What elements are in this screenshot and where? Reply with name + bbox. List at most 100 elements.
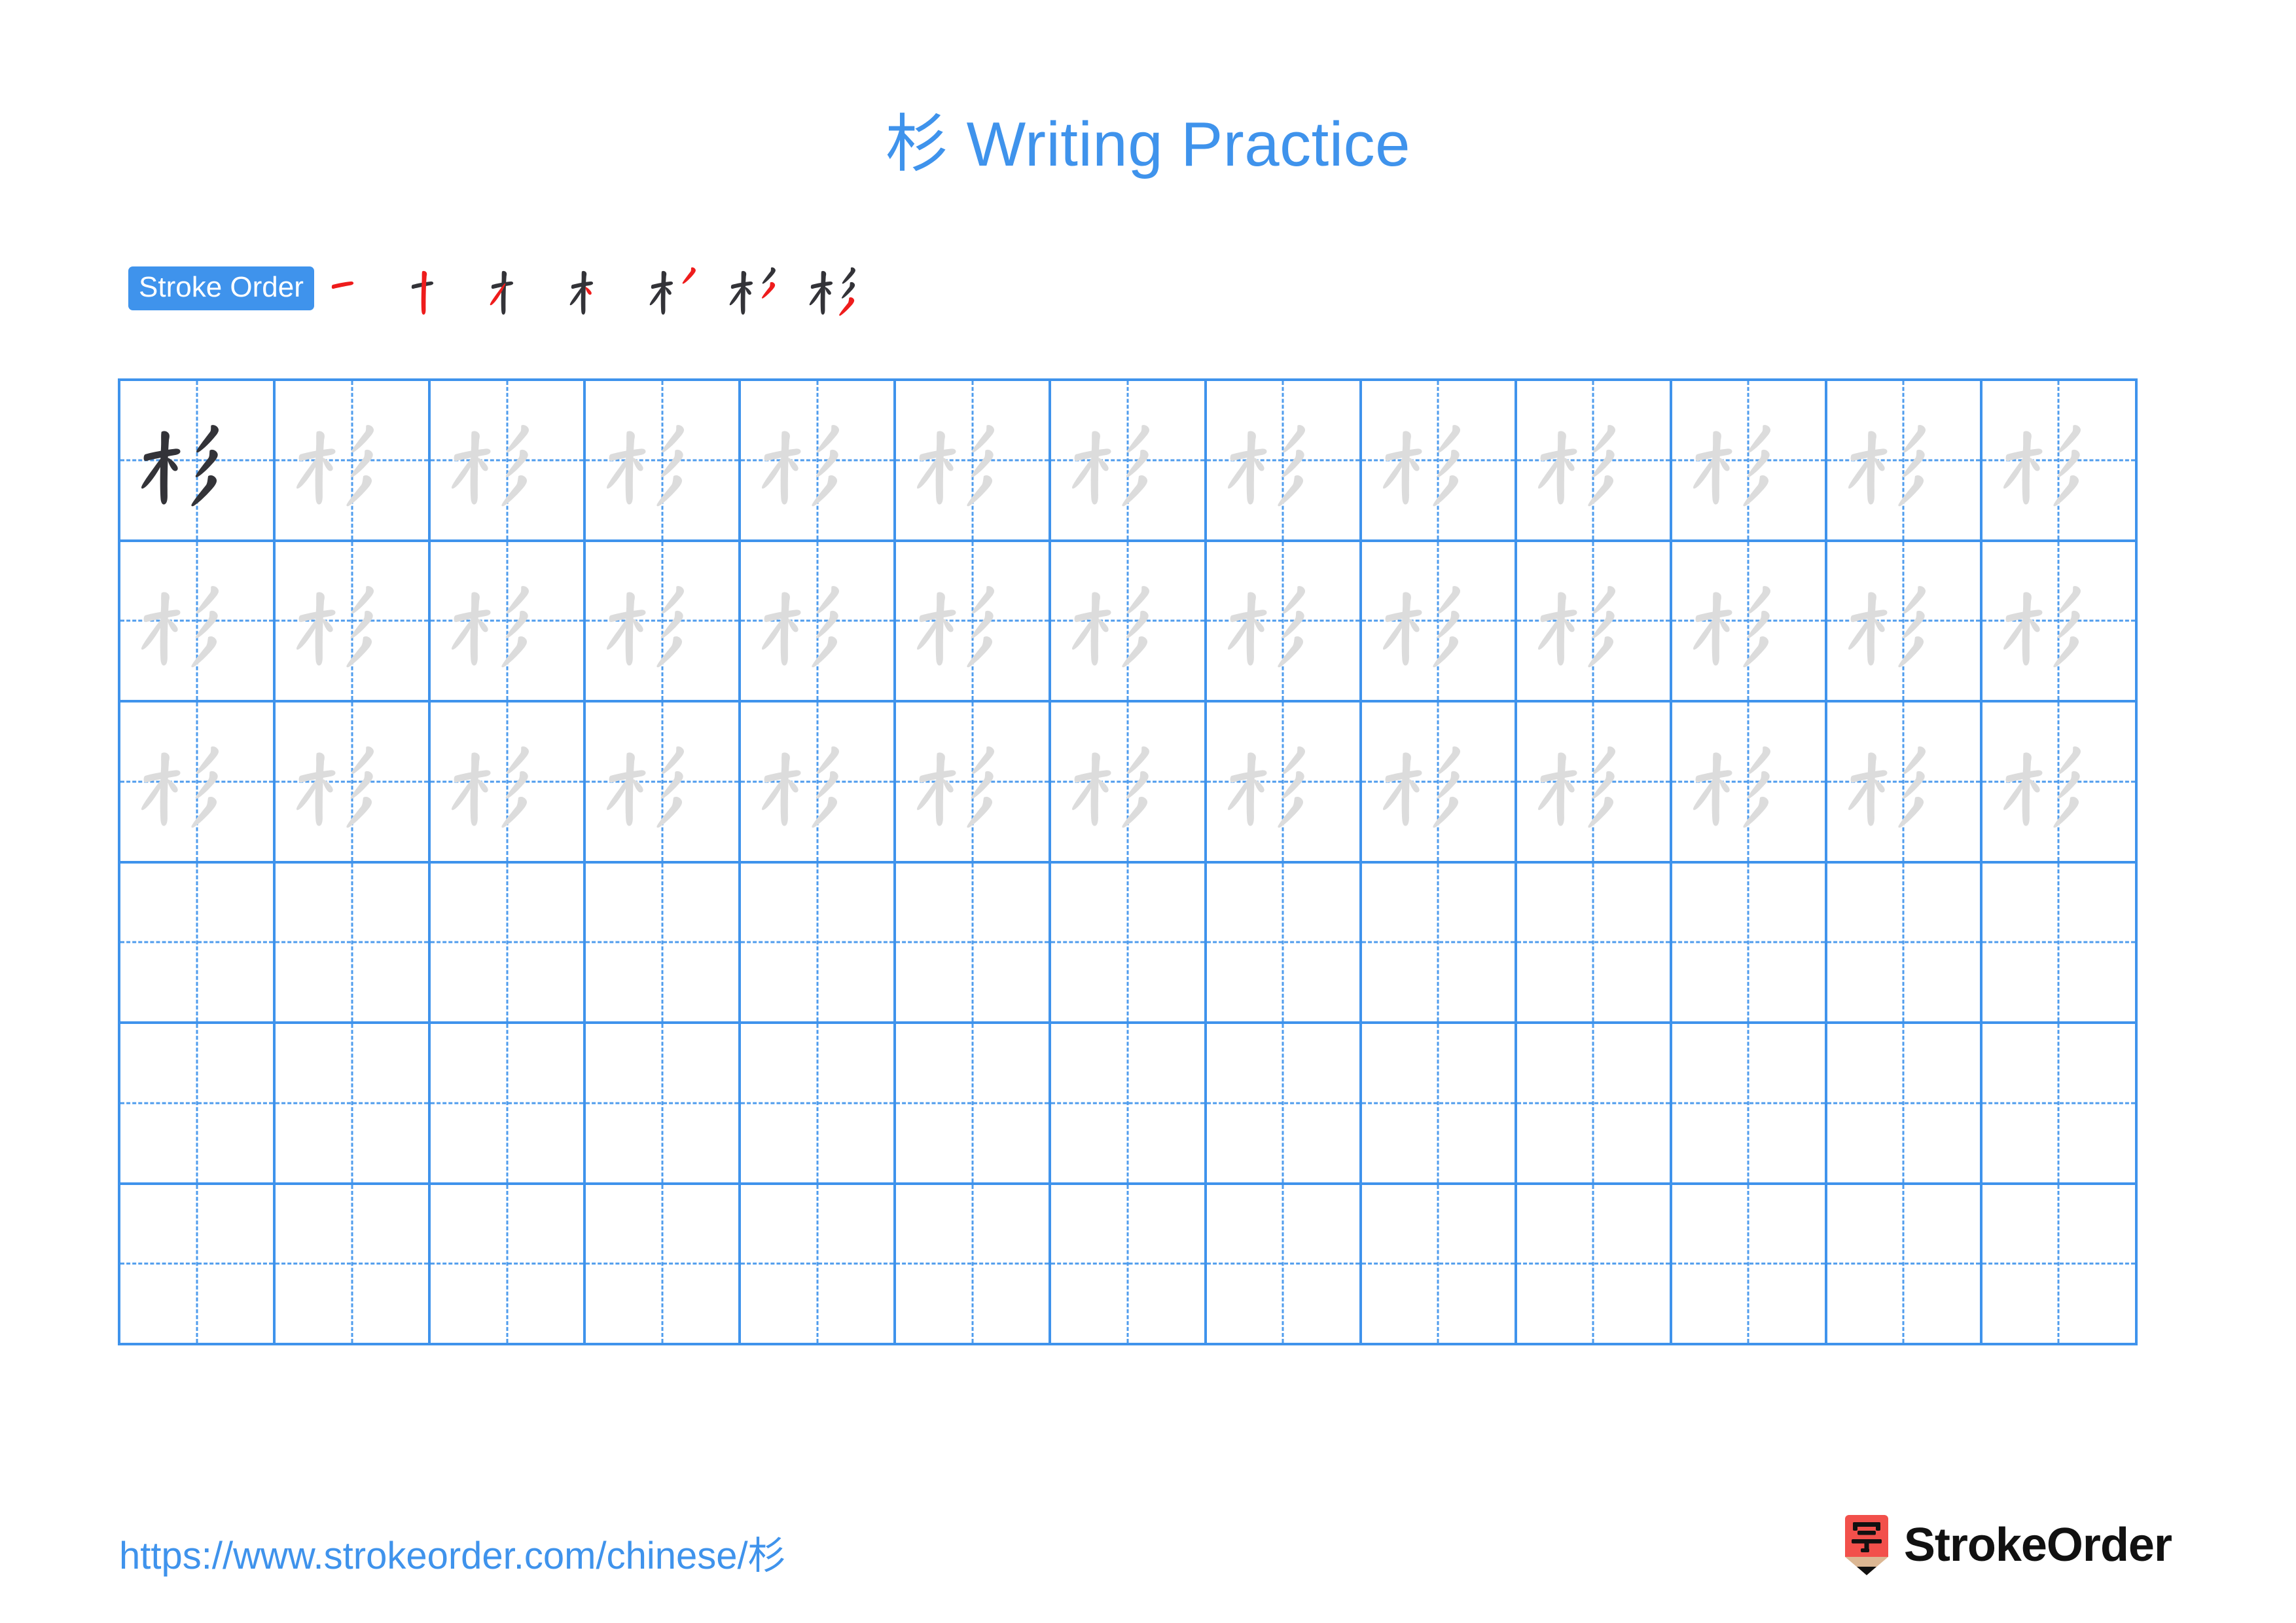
stroke-path-4 (1098, 619, 1109, 632)
practice-cell[interactable] (1827, 1024, 1982, 1185)
practice-cell[interactable] (276, 1024, 431, 1185)
practice-cell[interactable] (1051, 1024, 1207, 1185)
stroke-path-5 (762, 267, 776, 284)
practice-cell[interactable] (1982, 541, 2138, 702)
practice-cell[interactable] (1361, 1184, 1517, 1345)
practice-cell[interactable] (741, 702, 897, 864)
practice-cell[interactable] (1672, 1024, 1827, 1185)
practice-cell[interactable] (1827, 702, 1982, 864)
practice-cell[interactable] (1051, 381, 1207, 542)
practice-cell[interactable] (896, 863, 1052, 1024)
stroke-path-6 (1126, 450, 1149, 478)
practice-cell[interactable] (586, 1184, 742, 1345)
practice-cell[interactable] (276, 1184, 431, 1345)
practice-cell[interactable] (896, 541, 1052, 702)
practice-cell[interactable] (1516, 1184, 1672, 1345)
practice-cell[interactable] (1206, 541, 1362, 702)
stroke-path-2 (1712, 431, 1721, 505)
practice-cell[interactable] (1516, 1024, 1672, 1185)
practice-cell[interactable] (586, 541, 742, 702)
practice-cell[interactable] (1516, 541, 1672, 702)
stroke-path-7 (1588, 636, 1613, 668)
practice-cell[interactable] (1206, 863, 1362, 1024)
practice-cell[interactable] (1672, 541, 1827, 702)
practice-cell[interactable] (1206, 702, 1362, 864)
practice-cell[interactable] (1051, 541, 1207, 702)
stroke-path-7 (1743, 797, 1768, 828)
stroke-path-4 (1253, 619, 1265, 632)
practice-cell[interactable] (1361, 381, 1517, 542)
practice-cell[interactable] (1982, 1184, 2138, 1345)
practice-cell[interactable] (431, 381, 586, 542)
practice-cell[interactable] (741, 1024, 897, 1185)
practice-cell[interactable] (1672, 863, 1827, 1024)
page-title-character: 杉 (885, 107, 949, 181)
practice-cell[interactable] (1827, 541, 1982, 702)
practice-cell[interactable] (120, 1024, 276, 1185)
practice-cell[interactable] (741, 381, 897, 542)
practice-cell[interactable] (431, 541, 586, 702)
practice-cell[interactable] (586, 1024, 742, 1185)
practice-cell[interactable] (276, 863, 431, 1024)
practice-cell[interactable] (1051, 702, 1207, 864)
stroke-path-2 (315, 592, 325, 666)
practice-cell[interactable] (1361, 702, 1517, 864)
practice-cell[interactable] (1827, 863, 1982, 1024)
practice-cell[interactable] (586, 702, 742, 864)
practice-cell[interactable] (431, 863, 586, 1024)
practice-cell[interactable] (431, 1184, 586, 1345)
practice-cell[interactable] (1051, 863, 1207, 1024)
practice-cell[interactable] (1206, 1024, 1362, 1185)
stroke-path-2 (1401, 592, 1411, 666)
practice-cell[interactable] (276, 381, 431, 542)
practice-cell[interactable] (120, 541, 276, 702)
practice-cell[interactable] (1361, 863, 1517, 1024)
practice-cell[interactable] (1051, 1184, 1207, 1345)
practice-cell[interactable] (586, 863, 742, 1024)
practice-cell[interactable] (276, 541, 431, 702)
practice-cell[interactable] (896, 1024, 1052, 1185)
practice-cell[interactable] (120, 702, 276, 864)
practice-cell[interactable] (1672, 1184, 1827, 1345)
practice-cell[interactable] (1672, 702, 1827, 864)
practice-cell[interactable] (896, 1184, 1052, 1345)
practice-cell[interactable] (896, 702, 1052, 864)
stroke-path-6 (1902, 610, 1925, 638)
footer-url-link[interactable]: https://www.strokeorder.com/chinese/杉 (119, 1525, 786, 1580)
practice-cell[interactable] (1361, 1024, 1517, 1185)
practice-cell[interactable] (741, 1184, 897, 1345)
stroke-path-7 (1898, 636, 1924, 668)
practice-cell[interactable] (431, 702, 586, 864)
practice-cell[interactable] (1672, 381, 1827, 542)
practice-cell[interactable] (741, 541, 897, 702)
practice-cell[interactable] (1206, 381, 1362, 542)
practice-cell[interactable] (1982, 1024, 2138, 1185)
practice-cell[interactable] (120, 863, 276, 1024)
practice-cell[interactable] (896, 381, 1052, 542)
stroke-path-7 (501, 797, 528, 828)
practice-cell[interactable] (1361, 541, 1517, 702)
practice-cell[interactable] (1982, 381, 2138, 542)
footer-url-character: 杉 (747, 1533, 786, 1578)
trace-character (1837, 551, 1971, 691)
practice-cell[interactable] (1516, 381, 1672, 542)
practice-cell[interactable] (586, 381, 742, 542)
stroke-path-4 (2029, 458, 2040, 471)
practice-cell[interactable] (276, 702, 431, 864)
practice-cell[interactable] (1827, 1184, 1982, 1345)
trace-character (595, 390, 729, 530)
practice-cell[interactable] (431, 1024, 586, 1185)
practice-cell[interactable] (1982, 863, 2138, 1024)
practice-cell[interactable] (1206, 1184, 1362, 1345)
practice-cell[interactable] (120, 1184, 276, 1345)
practice-cell[interactable] (741, 863, 897, 1024)
practice-cell[interactable] (1516, 702, 1672, 864)
stroke-path-6 (1747, 610, 1770, 638)
practice-cell[interactable] (1516, 863, 1672, 1024)
stroke-path-4 (943, 458, 954, 471)
practice-cell[interactable] (120, 381, 276, 542)
practice-cell[interactable] (1827, 381, 1982, 542)
practice-grid (118, 378, 2138, 1345)
practice-cell[interactable] (1982, 702, 2138, 864)
stroke-path-5 (817, 586, 840, 614)
